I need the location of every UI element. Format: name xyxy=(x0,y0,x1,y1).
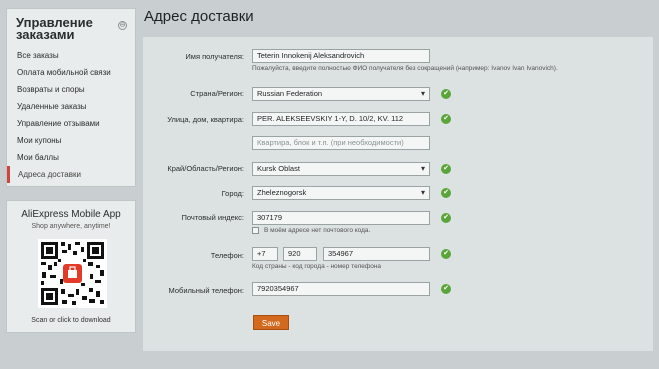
recipient-label: Имя получателя: xyxy=(185,52,244,61)
region-valid-icon: ✔ xyxy=(441,164,451,174)
page-title: Адрес доставки xyxy=(144,8,254,25)
no-postal-code-label: В моём адресе нет почтового кода. xyxy=(264,227,371,234)
mobile-valid-icon: ✔ xyxy=(441,284,451,294)
street-address-field[interactable]: PER. ALEKSEEVSKIY 1-Y, D. 10/2, KV. 112 xyxy=(252,112,430,126)
mobile-phone-field[interactable]: 7920354967 xyxy=(252,282,430,296)
street-label: Улица, дом, квартира: xyxy=(167,115,244,124)
phone-label: Телефон: xyxy=(210,251,244,260)
sidebar-item-deleted-orders[interactable]: Удаленные заказы xyxy=(7,98,135,115)
order-management-sidebar: Управление заказами ⊖ Все заказы Оплата … xyxy=(6,8,136,187)
download-app-link[interactable]: Scan or click to download xyxy=(7,317,135,324)
postal-label: Почтовый индекс: xyxy=(181,213,244,222)
city-select[interactable]: Zheleznogorsk xyxy=(252,186,430,200)
sidebar-item-all-orders[interactable]: Все заказы xyxy=(7,47,135,64)
apartment-field[interactable]: Квартира, блок и т.п. (при необходимости… xyxy=(252,136,430,150)
mobile-app-promo: AliExpress Mobile App Shop anywhere, any… xyxy=(6,200,136,333)
region-select[interactable]: Kursk Oblast xyxy=(252,162,430,176)
app-promo-title: AliExpress Mobile App xyxy=(21,209,121,220)
sidebar-item-my-coupons[interactable]: Мои купоны xyxy=(7,132,135,149)
country-select[interactable]: Russian Federation xyxy=(252,87,430,101)
sidebar-item-manage-reviews[interactable]: Управление отзывами xyxy=(7,115,135,132)
sidebar-item-mobile-payment[interactable]: Оплата мобильной связи xyxy=(7,64,135,81)
shipping-address-form: Имя получателя: Teterin Innokenij Aleksa… xyxy=(143,37,653,351)
qr-code-icon[interactable] xyxy=(38,239,107,308)
region-label: Край/Область/Регион: xyxy=(167,164,244,173)
sidebar-menu: Все заказы Оплата мобильной связи Возвра… xyxy=(7,47,135,183)
collapse-icon[interactable]: ⊖ xyxy=(118,21,127,30)
sidebar-item-returns-disputes[interactable]: Возвраты и споры xyxy=(7,81,135,98)
mobile-label: Мобильный телефон: xyxy=(168,286,244,295)
recipient-name-field[interactable]: Teterin Innokenij Aleksandrovich xyxy=(252,49,430,63)
app-promo-subtitle: Shop anywhere, anytime! xyxy=(31,223,111,230)
country-valid-icon: ✔ xyxy=(441,89,451,99)
phone-number-field[interactable]: 354967 xyxy=(323,247,430,261)
save-button[interactable]: Save xyxy=(253,315,289,330)
sidebar-item-shipping-addresses[interactable]: Адреса доставки xyxy=(7,166,135,183)
sidebar-title: Управление заказами xyxy=(16,15,93,42)
city-label: Город: xyxy=(221,189,244,198)
postal-valid-icon: ✔ xyxy=(441,213,451,223)
country-label: Страна/Регион: xyxy=(190,89,244,98)
street-valid-icon: ✔ xyxy=(441,114,451,124)
postal-code-field[interactable]: 307179 xyxy=(252,211,430,225)
phone-country-code-field[interactable]: +7 xyxy=(252,247,278,261)
phone-valid-icon: ✔ xyxy=(441,249,451,259)
recipient-hint: Пожалуйста, введите полностью ФИО получа… xyxy=(252,65,558,72)
sidebar-item-my-points[interactable]: Мои баллы xyxy=(7,149,135,166)
phone-hint: Код страны - код города - номер телефона xyxy=(252,263,382,270)
city-valid-icon: ✔ xyxy=(441,188,451,198)
phone-area-code-field[interactable]: 920 xyxy=(283,247,317,261)
no-postal-code-checkbox[interactable] xyxy=(252,227,259,234)
